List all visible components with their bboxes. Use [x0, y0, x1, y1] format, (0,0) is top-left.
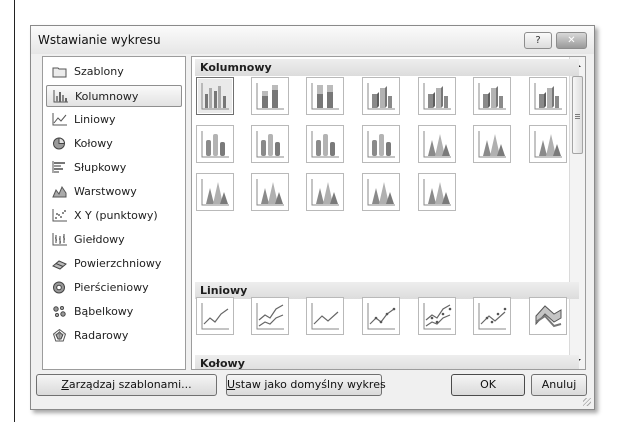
manage-templates-accel: Z	[61, 378, 69, 391]
close-button[interactable]: ✕	[556, 32, 587, 49]
chart-subtype-thumb[interactable]	[418, 125, 456, 163]
chart-subtype-thumb[interactable]	[362, 125, 400, 163]
chart-subtype-thumb[interactable]	[529, 297, 567, 335]
chart-subtype-thumb[interactable]	[306, 173, 344, 211]
gallery-scrollbar[interactable]	[569, 57, 585, 369]
chart-subtype-thumb[interactable]	[362, 297, 400, 335]
category-label: Warstwowy	[74, 185, 137, 198]
scatter-chart-icon	[52, 209, 67, 222]
chart-subtype-thumb[interactable]	[251, 125, 289, 163]
category-label: Kolumnowy	[75, 90, 139, 103]
chart-subtype-thumb[interactable]	[196, 77, 234, 115]
chart-subtype-thumb[interactable]	[362, 77, 400, 115]
resize-grip-icon[interactable]	[583, 398, 591, 406]
insert-chart-dialog: Wstawianie wykresu ? ✕ Szablony Kolumnowy…	[30, 25, 595, 410]
chart-category-list: Szablony Kolumnowy Liniowy Kołowy Słupkowy Wa…	[42, 56, 186, 370]
chart-subtype-thumb[interactable]	[473, 77, 511, 115]
category-radar-chart[interactable]: Radarowy	[46, 325, 182, 347]
scroll-thumb[interactable]	[572, 76, 583, 154]
chart-subtype-thumb[interactable]	[529, 77, 567, 115]
chart-subtype-thumb[interactable]	[418, 77, 456, 115]
folder-icon	[52, 65, 67, 78]
manage-templates-button[interactable]: Zarządzaj szablonami...	[36, 374, 217, 396]
radar-chart-icon	[52, 328, 67, 342]
category-bubble-chart[interactable]: Bąbelkowy	[46, 301, 182, 323]
set-default-chart-button[interactable]: Ustaw jako domyślny wykres	[226, 374, 386, 396]
category-folder[interactable]: Szablony	[46, 61, 182, 83]
chart-subtype-thumb[interactable]	[251, 173, 289, 211]
title-bar: Wstawianie wykresu ? ✕	[31, 26, 594, 54]
line-chart-icon	[52, 113, 67, 126]
category-label: Pierścieniowy	[74, 281, 149, 294]
chart-subtype-thumb[interactable]	[306, 125, 344, 163]
chart-subtype-thumb[interactable]	[251, 297, 289, 335]
chart-subtype-thumb[interactable]	[196, 297, 234, 335]
chart-subtype-thumb[interactable]	[196, 173, 234, 211]
set-default-label: staw jako domyślny wykres	[235, 378, 386, 391]
category-column-chart[interactable]: Kolumnowy	[46, 85, 182, 107]
category-label: Radarowy	[74, 329, 129, 342]
category-scatter-chart[interactable]: X Y (punktowy)	[46, 205, 182, 227]
category-surface-chart[interactable]: Powierzchniowy	[46, 253, 182, 275]
help-icon: ?	[535, 35, 541, 46]
chart-subtype-thumb[interactable]	[306, 297, 344, 335]
manage-templates-label: arządzaj szablonami...	[68, 378, 192, 391]
category-label: Kołowy	[74, 137, 113, 150]
section-header-3: Kołowy	[195, 355, 579, 369]
chart-subtype-gallery: Kolumnowy Liniowy Kołowy	[191, 56, 586, 370]
bubble-chart-icon	[52, 305, 67, 318]
area-chart-icon	[52, 185, 67, 198]
chart-subtype-thumb[interactable]	[418, 297, 456, 335]
category-label: Słupkowy	[74, 161, 127, 174]
category-label: Bąbelkowy	[74, 305, 134, 318]
doughnut-chart-icon	[52, 281, 67, 294]
cancel-button[interactable]: Anuluj	[531, 374, 587, 396]
background-frame-line	[14, 0, 15, 422]
chart-subtype-thumb[interactable]	[529, 125, 567, 163]
chart-subtype-thumb[interactable]	[196, 125, 234, 163]
column-chart-icon	[53, 90, 68, 103]
stock-chart-icon	[52, 233, 67, 246]
category-label: X Y (punktowy)	[74, 209, 158, 222]
category-doughnut-chart[interactable]: Pierścieniowy	[46, 277, 182, 299]
category-label: Szablony	[74, 65, 124, 78]
surface-chart-icon	[52, 257, 67, 270]
chart-subtype-thumb[interactable]	[306, 77, 344, 115]
section-header-1: Kolumnowy	[195, 59, 579, 76]
chart-subtype-thumb[interactable]	[473, 125, 511, 163]
category-pie-chart[interactable]: Kołowy	[46, 133, 182, 155]
grip-icon	[575, 114, 580, 115]
chart-subtype-thumb[interactable]	[362, 173, 400, 211]
bar-chart-icon	[52, 161, 67, 174]
set-default-accel: U	[227, 378, 236, 391]
category-bar-chart[interactable]: Słupkowy	[46, 157, 182, 179]
pie-chart-icon	[52, 137, 67, 150]
category-label: Liniowy	[74, 113, 116, 126]
chart-subtype-thumb[interactable]	[251, 77, 289, 115]
chart-subtype-thumb[interactable]	[473, 297, 511, 335]
category-line-chart[interactable]: Liniowy	[46, 109, 182, 131]
category-label: Giełdowy	[74, 233, 125, 246]
help-button[interactable]: ?	[524, 32, 552, 49]
chart-subtype-thumb[interactable]	[418, 173, 456, 211]
category-area-chart[interactable]: Warstwowy	[46, 181, 182, 203]
ok-button[interactable]: OK	[451, 374, 525, 396]
dialog-title: Wstawianie wykresu	[38, 33, 161, 47]
category-stock-chart[interactable]: Giełdowy	[46, 229, 182, 251]
close-icon: ✕	[567, 35, 576, 46]
category-label: Powierzchniowy	[74, 257, 162, 270]
